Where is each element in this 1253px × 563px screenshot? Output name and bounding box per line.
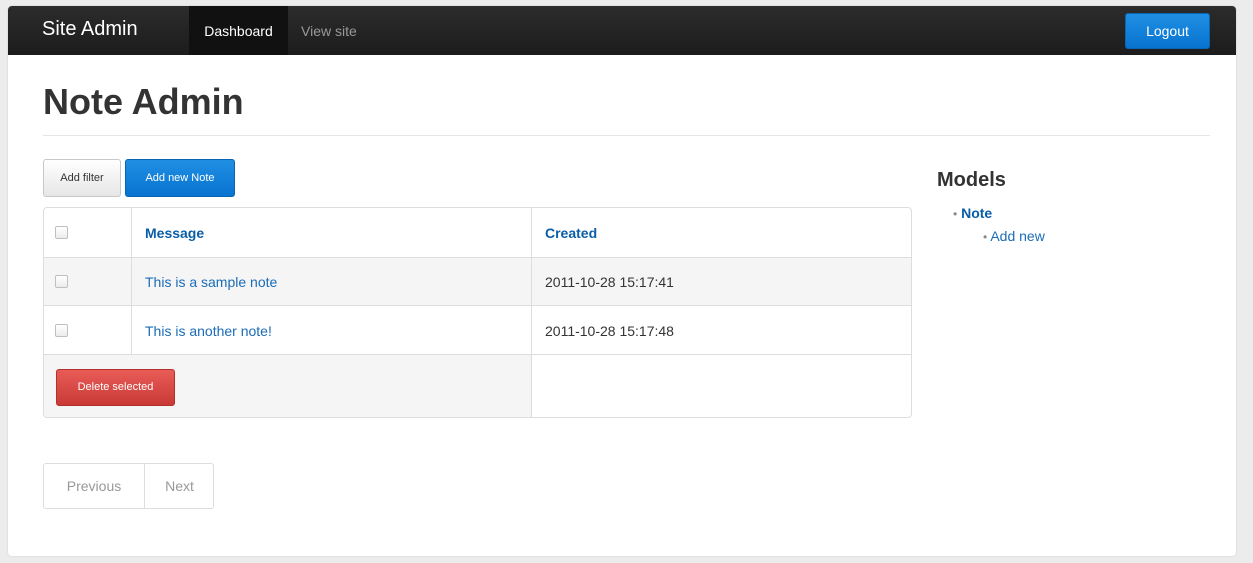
header-message-cell: Message: [131, 208, 531, 257]
model-link-note[interactable]: Note: [961, 205, 992, 221]
table-header-row: Message Created: [44, 208, 911, 257]
top-navbar: Site Admin Dashboard View site Logout: [8, 6, 1236, 55]
row-checkbox-cell: [44, 306, 131, 355]
note-created-date: 2011-10-28 15:17:41: [545, 274, 674, 290]
brand-link[interactable]: Site Admin: [42, 17, 138, 41]
previous-page-button[interactable]: Previous: [44, 464, 144, 508]
note-message-link[interactable]: This is a sample note: [145, 274, 277, 290]
table-actions-footer: Delete selected: [44, 354, 531, 417]
delete-selected-button[interactable]: Delete selected: [56, 369, 175, 406]
table-row: This is another note! 2011-10-28 15:17:4…: [44, 305, 911, 355]
models-heading: Models: [937, 169, 1006, 191]
notes-table: Message Created This is a sample note 20…: [43, 207, 912, 418]
model-link-add-new[interactable]: Add new: [990, 228, 1044, 244]
next-page-button[interactable]: Next: [144, 464, 214, 508]
page-title: Note Admin: [43, 81, 244, 122]
title-divider: [43, 135, 1210, 136]
add-new-note-button[interactable]: Add new Note: [125, 159, 235, 197]
column-header-message[interactable]: Message: [145, 225, 204, 241]
created-cell: 2011-10-28 15:17:48: [531, 306, 911, 355]
note-message-link[interactable]: This is another note!: [145, 323, 272, 339]
message-cell: This is a sample note: [131, 258, 531, 306]
model-subitem-add-new: • Add new: [983, 228, 1045, 244]
created-cell: 2011-10-28 15:17:41: [531, 258, 911, 306]
header-created-cell: Created: [531, 208, 911, 257]
bullet-icon: •: [953, 207, 958, 221]
row-checkbox[interactable]: [55, 323, 68, 337]
add-filter-button[interactable]: Add filter: [43, 159, 121, 197]
model-item-note: • Note: [953, 205, 992, 221]
table-footer-spacer: [531, 354, 911, 417]
row-checkbox-cell: [44, 258, 131, 306]
nav-item-view-site[interactable]: View site: [301, 6, 357, 55]
pagination: Previous Next: [43, 463, 214, 509]
table-row: This is a sample note 2011-10-28 15:17:4…: [44, 257, 911, 306]
logout-button[interactable]: Logout: [1125, 13, 1210, 49]
select-all-checkbox[interactable]: [55, 225, 68, 239]
header-checkbox-cell: [44, 208, 131, 257]
row-checkbox[interactable]: [55, 275, 68, 288]
note-created-date: 2011-10-28 15:17:48: [545, 322, 674, 339]
message-cell: This is another note!: [131, 306, 531, 355]
column-header-created[interactable]: Created: [545, 225, 597, 241]
nav-item-dashboard[interactable]: Dashboard: [189, 6, 288, 55]
bullet-icon: •: [983, 230, 988, 244]
page-container: Site Admin Dashboard View site Logout No…: [8, 6, 1236, 556]
